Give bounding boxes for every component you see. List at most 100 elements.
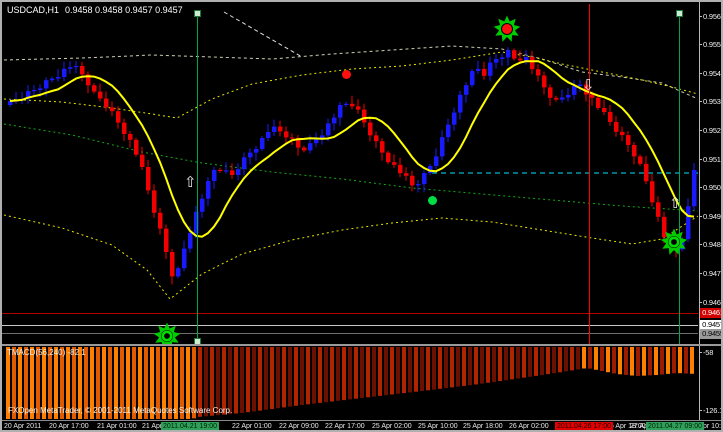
horizontal-line[interactable]: [2, 333, 698, 334]
candle-body: [302, 148, 307, 151]
histogram-bar: [408, 347, 412, 392]
candle-body: [314, 140, 319, 144]
candle-body: [266, 132, 271, 138]
histogram-bar: [552, 347, 556, 373]
price-axis-label: 0.9515: [703, 155, 723, 164]
symbol-timeframe-label: USDCAD,H1: [7, 5, 59, 15]
candle-body: [92, 85, 97, 91]
candle-body: [170, 252, 175, 276]
candle-body: [494, 59, 499, 63]
down-arrow-signal-icon[interactable]: ⇩: [582, 78, 595, 93]
candle-body: [140, 155, 145, 167]
candle-body: [200, 199, 205, 212]
candle-body: [482, 69, 487, 76]
time-axis[interactable]: 20 Apr 201120 Apr 17:0021 Apr 01:0021 Ap…: [2, 420, 723, 432]
histogram-bar: [252, 347, 256, 411]
price-axis[interactable]: 0.95650.95550.95450.95350.95250.95150.95…: [699, 2, 723, 420]
candle-body: [548, 87, 553, 97]
candle-body: [152, 190, 157, 212]
vline-handle[interactable]: [194, 10, 201, 17]
candle-body: [542, 76, 547, 88]
candle-body: [488, 63, 493, 76]
histogram-bar: [540, 347, 544, 375]
candle-body: [452, 113, 457, 125]
price-axis-label: 0.9535: [703, 97, 723, 106]
horizontal-line[interactable]: [2, 313, 698, 314]
vline-handle[interactable]: [676, 10, 683, 17]
candle-body: [560, 98, 565, 100]
candle-body: [656, 202, 661, 216]
candle-body: [284, 131, 289, 137]
candle-body: [236, 169, 241, 175]
indicator-level-label: -126.1: [703, 406, 723, 415]
red-dot-signal-icon[interactable]: [342, 70, 351, 79]
histogram-bar: [402, 347, 406, 393]
vertical-line[interactable]: [679, 10, 680, 344]
candle-body: [434, 156, 439, 166]
candle-body: [176, 268, 181, 276]
histogram-bar: [636, 347, 640, 376]
time-axis-label: 20 Apr 2011: [4, 423, 41, 430]
histogram-bar: [300, 347, 304, 405]
candle-body: [248, 153, 253, 158]
histogram-bar: [420, 347, 424, 391]
histogram-bar: [390, 347, 394, 395]
candle-body: [74, 66, 79, 67]
histogram-bar: [528, 347, 532, 377]
histogram-bar: [366, 347, 370, 397]
histogram-bar: [234, 347, 238, 414]
candle-body: [602, 108, 607, 112]
green-dotted-band: [4, 124, 698, 211]
horizontal-line[interactable]: [2, 325, 698, 326]
candle-body: [554, 98, 559, 100]
candle-body: [644, 164, 649, 181]
histogram-bar: [564, 347, 568, 371]
up-arrow-signal-icon[interactable]: ⇧: [184, 175, 197, 190]
main-chart-area[interactable]: USDCAD,H10.9458 0.9458 0.9457 0.9457 ⇧⇧⇩: [2, 2, 698, 344]
price-tag: 0.9461: [700, 308, 723, 318]
histogram-bar: [336, 347, 340, 401]
candle-body: [254, 149, 259, 153]
candle-body: [572, 86, 577, 95]
candle-body: [506, 50, 511, 57]
candle-body: [110, 107, 115, 111]
candle-body: [632, 145, 637, 156]
time-tag: 2011.04.21 19:00: [161, 422, 219, 432]
candle-body: [116, 111, 121, 122]
panel-separator[interactable]: [2, 344, 723, 346]
histogram-bar: [468, 347, 472, 385]
histogram-bar: [282, 347, 286, 407]
candle-body: [614, 122, 619, 132]
histogram-bar: [462, 347, 466, 386]
histogram-bar: [690, 347, 694, 374]
time-axis-label: 21 Apr 01:00: [97, 423, 137, 430]
histogram-bar: [432, 347, 436, 390]
histogram-bar: [312, 347, 316, 404]
histogram-bar: [450, 347, 454, 387]
histogram-bar: [498, 347, 502, 381]
histogram-bar: [384, 347, 388, 395]
candle-body: [476, 69, 481, 71]
candle-body: [134, 140, 139, 155]
candle-body: [440, 137, 445, 156]
indicator-name-label: TMACD(56,240) -82.1: [7, 348, 86, 357]
time-axis-label: 22 Apr 09:00: [279, 423, 319, 430]
vertical-line[interactable]: [197, 10, 198, 343]
price-axis-label: 0.9565: [703, 12, 723, 21]
histogram-bar: [558, 347, 562, 372]
candle-body: [650, 181, 655, 202]
histogram-bar: [348, 347, 352, 399]
candle-body: [32, 90, 37, 91]
candle-body: [620, 132, 625, 135]
histogram-bar: [522, 347, 526, 378]
up-arrow-signal-icon[interactable]: ⇧: [669, 196, 682, 211]
histogram-bar: [600, 347, 604, 371]
indicator-subwindow[interactable]: TMACD(56,240) -82.1 FXOpen MetaTrader, ©…: [2, 346, 698, 420]
vertical-line[interactable]: [589, 4, 590, 344]
green-dot-signal-icon[interactable]: [428, 196, 437, 205]
histogram-bar: [270, 347, 274, 409]
histogram-bar: [672, 347, 676, 373]
histogram-bar: [324, 347, 328, 402]
candle-body: [50, 79, 55, 81]
candle-body: [392, 162, 397, 165]
